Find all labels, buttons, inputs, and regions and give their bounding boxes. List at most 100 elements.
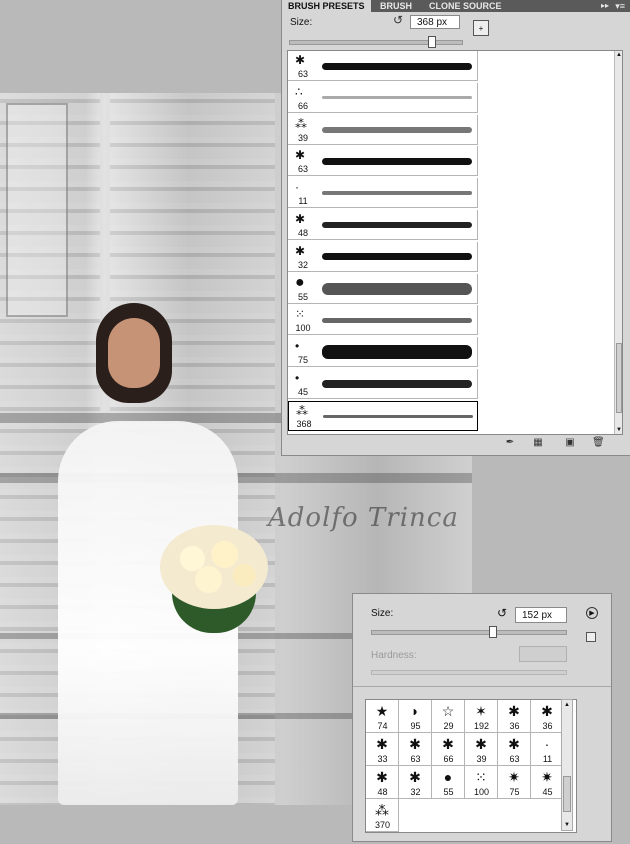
brush-tip-cell[interactable]: ✱ 48	[366, 766, 399, 799]
brush-preset-item[interactable]: ✱ 63	[288, 146, 478, 177]
new-brush-icon[interactable]: +	[473, 20, 489, 36]
brush-size-label: 32	[297, 259, 308, 270]
brush-tip-icon: ✱	[541, 703, 553, 719]
new-preset-icon[interactable]	[586, 632, 596, 642]
scroll-up-icon[interactable]: ▲	[562, 700, 572, 710]
brush-tip-icon: ✱	[295, 212, 306, 226]
panel-menu-icon[interactable]: ▾≡	[615, 0, 625, 12]
brush-tip-cell[interactable]: ✷ 75	[498, 766, 531, 799]
panel-tabs: BRUSH PRESETS BRUSH CLONE SOURCE ▸▸ ▾≡	[282, 0, 630, 12]
brush-preset-item[interactable]: ● 55	[288, 273, 478, 304]
brush-size-label: 66	[297, 100, 308, 111]
brush-size-label: 100	[473, 787, 490, 797]
hardness-label: Hardness:	[371, 650, 417, 661]
brush-tip-cell[interactable]: ✱ 36	[498, 700, 531, 733]
carved-ornament	[6, 103, 68, 317]
brush-tip-icon: ✱	[295, 243, 306, 258]
brush-preset-item[interactable]: • 45	[288, 369, 478, 399]
brush-tip-icon: ✱	[376, 769, 388, 785]
scroll-down-icon[interactable]: ▼	[562, 820, 572, 830]
size-input[interactable]: 368 px	[410, 15, 460, 29]
scroll-down-icon[interactable]: ▼	[615, 426, 622, 434]
brush-size-label: 63	[297, 69, 308, 79]
brush-tip-icon: ☆	[441, 703, 455, 719]
brush-stroke-preview	[322, 62, 472, 70]
brush-stroke-preview	[322, 157, 472, 165]
tab-brush[interactable]: BRUSH	[374, 0, 418, 12]
reset-size-icon[interactable]: ↺	[393, 14, 405, 26]
brush-preset-item[interactable]: · 11	[288, 178, 478, 209]
size-slider[interactable]	[289, 40, 463, 45]
brush-tip-cell[interactable]: ● 55	[432, 766, 465, 799]
tab-clone-source[interactable]: CLONE SOURCE	[423, 0, 508, 12]
tab-brush-presets[interactable]: BRUSH PRESETS	[282, 0, 371, 12]
size-input[interactable]: 152 px	[515, 607, 567, 623]
brush-size-label: 11	[542, 754, 553, 764]
brush-tip-icon: ✱	[376, 736, 388, 752]
brush-tip-cell[interactable]: ★ 74	[366, 700, 399, 733]
brush-tip-icon: ⁙	[475, 769, 487, 785]
brush-size-label: 45	[542, 787, 553, 797]
picker-menu-icon[interactable]: ▶	[586, 607, 598, 619]
hardness-slider[interactable]	[371, 670, 567, 675]
delete-icon[interactable]: 🗑	[592, 437, 605, 449]
brush-tip-cell[interactable]: ⁙ 100	[465, 766, 498, 799]
size-slider-thumb[interactable]	[489, 626, 497, 638]
brush-tip-icon: ✱	[508, 703, 520, 719]
brush-size-label: 48	[297, 228, 308, 238]
brush-tip-cell[interactable]: ✷ 45	[531, 766, 564, 799]
brush-tip-cell[interactable]: ◗ 95	[399, 700, 432, 733]
brush-size-label: 63	[410, 754, 421, 764]
brush-size-label: 32	[410, 787, 421, 797]
brush-tip-cell[interactable]: ✱ 36	[531, 700, 564, 733]
brush-preset-item[interactable]: ⁙ 100	[288, 305, 478, 336]
brush-preset-item[interactable]: ∴ 66	[288, 82, 478, 113]
bouquet	[160, 525, 268, 609]
brush-preset-item[interactable]: ✱ 48	[288, 210, 478, 240]
grid-view-icon[interactable]: ▦	[532, 437, 544, 449]
brush-size-label: 75	[509, 787, 520, 797]
brush-preset-item[interactable]: ✱ 32	[288, 241, 478, 272]
hardness-input[interactable]	[519, 646, 567, 662]
scroll-thumb[interactable]	[563, 776, 571, 812]
scroll-thumb[interactable]	[616, 343, 622, 413]
scroll-up-icon[interactable]: ▲	[615, 51, 622, 59]
reset-size-icon[interactable]: ↺	[497, 606, 511, 620]
brush-tip-icon: ✶	[475, 703, 487, 719]
brush-size-label: 63	[509, 754, 520, 764]
brush-tip-icon: ✱	[409, 736, 421, 752]
brush-preset-item[interactable]: • 75	[288, 337, 478, 368]
brush-preset-item[interactable]: ✱ 63	[288, 51, 478, 81]
panel-footer: ✒ ▦ ▣ 🗑	[492, 437, 622, 451]
brush-tip-cell[interactable]: ⁂ 370	[366, 799, 399, 832]
brush-tip-cell[interactable]: · 11	[531, 733, 564, 766]
brush-preset-item[interactable]: ⁂ 39	[288, 114, 478, 145]
collapse-arrows-icon[interactable]: ▸▸	[601, 0, 609, 12]
brush-size-label: 368	[296, 418, 312, 429]
brush-stroke-preview	[322, 253, 472, 261]
size-slider[interactable]	[371, 630, 567, 635]
brush-tip-cell[interactable]: ✱ 63	[399, 733, 432, 766]
brush-tip-cell[interactable]: ✱ 32	[399, 766, 432, 799]
brush-tip-cell[interactable]: ✱ 63	[498, 733, 531, 766]
brush-tip-icon: ·	[544, 736, 550, 752]
brush-tip-cell[interactable]: ✶ 192	[465, 700, 498, 733]
brush-tip-cell[interactable]: ☆ 29	[432, 700, 465, 733]
brush-tip-cell[interactable]: ✱ 66	[432, 733, 465, 766]
toggle-brush-panel-icon[interactable]: ✒	[504, 437, 516, 449]
brush-tip-cell[interactable]: ✱ 39	[465, 733, 498, 766]
brush-grid-scrollbar[interactable]: ▲ ▼	[561, 699, 573, 831]
brush-preset-item[interactable]: ⁂ 368	[288, 400, 478, 431]
new-preset-icon[interactable]: ▣	[564, 437, 576, 449]
brush-size-label: 100	[295, 323, 311, 334]
brush-tip-icon: ·	[295, 180, 299, 195]
brush-tip-icon: ⁙	[295, 307, 306, 322]
brush-size-label: 55	[443, 787, 454, 797]
brush-size-label: 36	[509, 721, 520, 731]
brush-tip-icon: •	[295, 339, 300, 354]
brush-stroke-preview	[322, 126, 472, 133]
size-slider-thumb[interactable]	[428, 36, 436, 48]
brush-tip-icon: ⁂	[295, 116, 307, 131]
brush-tip-cell[interactable]: ✱ 33	[366, 733, 399, 766]
preset-list-scrollbar[interactable]: ▲ ▼	[614, 51, 622, 434]
